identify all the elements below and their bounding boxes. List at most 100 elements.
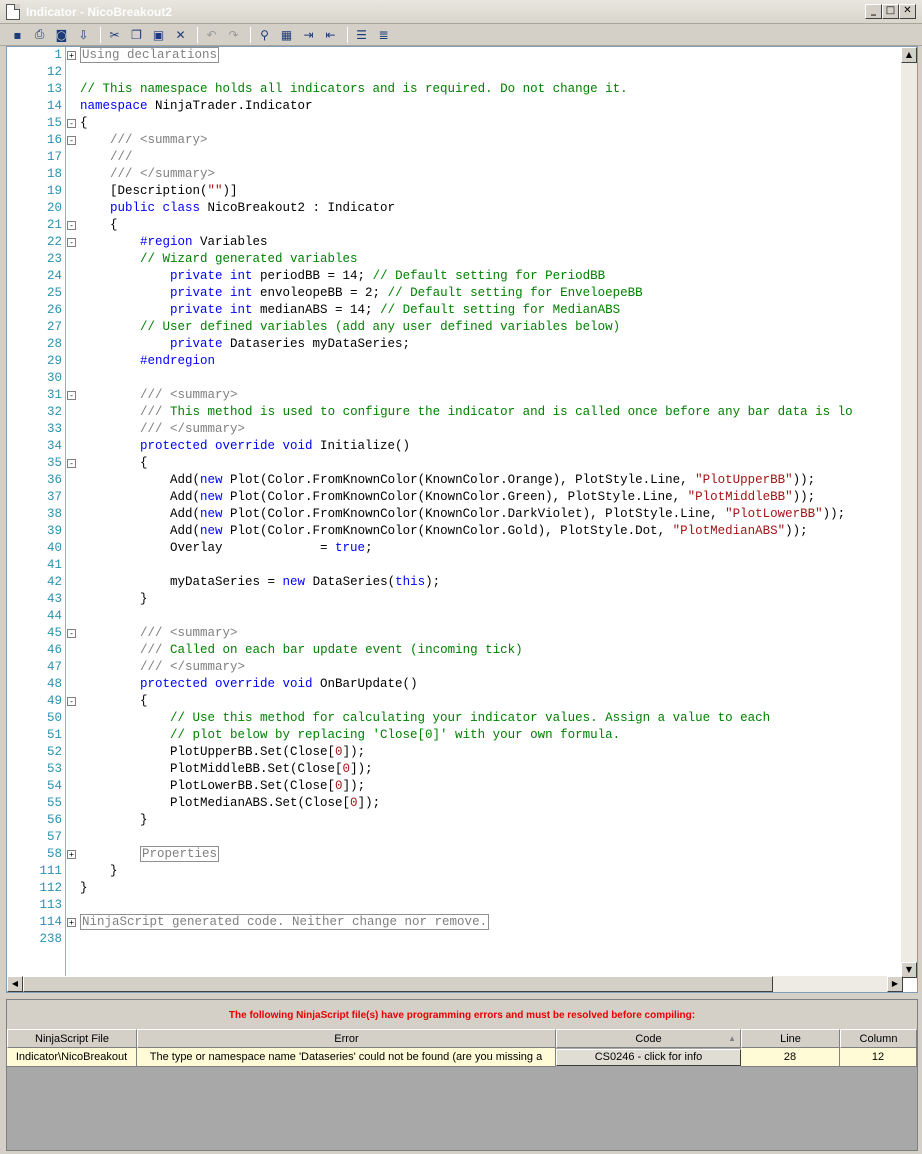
code-line[interactable]: 20 public class NicoBreakout2 : Indicato…: [7, 200, 903, 217]
collapse-icon[interactable]: -: [67, 136, 76, 145]
column-header-column[interactable]: Column: [840, 1029, 917, 1048]
code-text[interactable]: /// </summary>: [80, 659, 245, 676]
code-line[interactable]: 16- /// <summary>: [7, 132, 903, 149]
code-line[interactable]: 46 /// Called on each bar update event (…: [7, 642, 903, 659]
print-preview-icon[interactable]: ◙: [52, 26, 71, 44]
code-text[interactable]: private Dataseries myDataSeries;: [80, 336, 410, 353]
find-icon[interactable]: ⚲: [255, 26, 274, 44]
code-line[interactable]: 18 /// </summary>: [7, 166, 903, 183]
code-text[interactable]: }: [80, 880, 88, 897]
code-line[interactable]: 52 PlotUpperBB.Set(Close[0]);: [7, 744, 903, 761]
undo-icon[interactable]: ↶: [202, 26, 221, 44]
code-text[interactable]: Add(new Plot(Color.FromKnownColor(KnownC…: [80, 506, 845, 523]
column-header-code[interactable]: Code ▲: [556, 1029, 741, 1048]
code-editor[interactable]: 1 + Using declarations 12 13 // This namespac…: [6, 46, 918, 993]
code-line[interactable]: 25 private int envoleopeBB = 2; // Defau…: [7, 285, 903, 302]
code-text[interactable]: {: [80, 217, 118, 234]
minimize-button[interactable]: _: [865, 4, 882, 19]
error-file[interactable]: Indicator\NicoBreakout: [7, 1048, 137, 1067]
code-line[interactable]: 29 #endregion: [7, 353, 903, 370]
code-line[interactable]: 26 private int medianABS = 14; // Defaul…: [7, 302, 903, 319]
code-text[interactable]: }: [80, 863, 118, 880]
error-description[interactable]: The type or namespace name 'Dataseries' …: [137, 1048, 556, 1067]
save-icon[interactable]: ▪: [8, 26, 27, 44]
code-line[interactable]: 30: [7, 370, 903, 387]
code-line[interactable]: 44: [7, 608, 903, 625]
code-text[interactable]: // Wizard generated variables: [80, 251, 358, 268]
code-line[interactable]: 58 + Properties: [7, 846, 903, 863]
code-text[interactable]: Overlay = true;: [80, 540, 373, 557]
code-line[interactable]: 41: [7, 557, 903, 574]
code-line[interactable]: 57: [7, 829, 903, 846]
code-text[interactable]: #region Variables: [80, 234, 268, 251]
code-text[interactable]: /// </summary>: [80, 166, 215, 183]
column-header-file[interactable]: NinjaScript File: [7, 1029, 137, 1048]
code-line[interactable]: 35- {: [7, 455, 903, 472]
collapse-icon[interactable]: -: [67, 221, 76, 230]
code-text[interactable]: }: [80, 591, 148, 608]
code-line[interactable]: 50 // Use this method for calculating yo…: [7, 710, 903, 727]
code-text[interactable]: Add(new Plot(Color.FromKnownColor(KnownC…: [80, 523, 808, 540]
horizontal-scroll-thumb[interactable]: [23, 976, 773, 992]
code-line[interactable]: 31- /// <summary>: [7, 387, 903, 404]
collapse-icon[interactable]: -: [67, 119, 76, 128]
code-line[interactable]: 39 Add(new Plot(Color.FromKnownColor(Kno…: [7, 523, 903, 540]
code-text[interactable]: ///: [80, 149, 133, 166]
vertical-scrollbar[interactable]: ▲ ▼: [901, 47, 917, 978]
collapse-icon[interactable]: -: [67, 629, 76, 638]
code-line[interactable]: 19 [Description("")]: [7, 183, 903, 200]
code-line[interactable]: 17 ///: [7, 149, 903, 166]
collapse-icon[interactable]: -: [67, 238, 76, 247]
code-line[interactable]: 21- {: [7, 217, 903, 234]
error-column[interactable]: 12: [840, 1048, 917, 1067]
error-line[interactable]: 28: [741, 1048, 840, 1067]
delete-icon[interactable]: ✕: [171, 26, 190, 44]
code-line[interactable]: 28 private Dataseries myDataSeries;: [7, 336, 903, 353]
code-text[interactable]: Properties: [80, 846, 220, 863]
expand-icon[interactable]: +: [67, 51, 76, 60]
print-icon[interactable]: ⎙: [30, 26, 49, 44]
code-line[interactable]: 1 + Using declarations: [7, 47, 903, 64]
scroll-right-icon[interactable]: ▶: [887, 976, 903, 992]
code-line[interactable]: 12: [7, 64, 903, 81]
code-area[interactable]: 1 + Using declarations 12 13 // This namespac…: [7, 47, 903, 948]
code-line[interactable]: 22- #region Variables: [7, 234, 903, 251]
maximize-button[interactable]: □: [882, 4, 899, 19]
code-text[interactable]: protected override void Initialize(): [80, 438, 410, 455]
code-line[interactable]: 40 Overlay = true;: [7, 540, 903, 557]
code-text[interactable]: PlotUpperBB.Set(Close[0]);: [80, 744, 365, 761]
code-line[interactable]: 14 namespace NinjaTrader.Indicator: [7, 98, 903, 115]
close-button[interactable]: ✕: [899, 4, 916, 19]
code-line[interactable]: 47 /// </summary>: [7, 659, 903, 676]
code-line[interactable]: 113: [7, 897, 903, 914]
code-line[interactable]: 43 }: [7, 591, 903, 608]
code-text[interactable]: public class NicoBreakout2 : Indicator: [80, 200, 395, 217]
export-icon[interactable]: ⇩: [74, 26, 93, 44]
column-header-error[interactable]: Error: [137, 1029, 556, 1048]
code-line[interactable]: 48 protected override void OnBarUpdate(): [7, 676, 903, 693]
code-text[interactable]: NinjaScript generated code. Neither chan…: [80, 914, 490, 931]
code-line[interactable]: 32 /// This method is used to configure …: [7, 404, 903, 421]
code-text[interactable]: Add(new Plot(Color.FromKnownColor(KnownC…: [80, 489, 815, 506]
code-line[interactable]: 13 // This namespace holds all indicators…: [7, 81, 903, 98]
code-text[interactable]: [Description("")]: [80, 183, 238, 200]
code-text[interactable]: // plot below by replacing 'Close[0]' wi…: [80, 727, 620, 744]
code-line[interactable]: 51 // plot below by replacing 'Close[0]'…: [7, 727, 903, 744]
code-text[interactable]: private int envoleopeBB = 2; // Default …: [80, 285, 643, 302]
code-line[interactable]: 238: [7, 931, 903, 948]
cut-icon[interactable]: ✂: [105, 26, 124, 44]
code-line[interactable]: 53 PlotMiddleBB.Set(Close[0]);: [7, 761, 903, 778]
code-text[interactable]: /// This method is used to configure the…: [80, 404, 853, 421]
code-text[interactable]: {: [80, 693, 148, 710]
code-text[interactable]: Using declarations: [80, 47, 220, 64]
code-text[interactable]: // Use this method for calculating your …: [80, 710, 770, 727]
code-text[interactable]: {: [80, 115, 88, 132]
outdent-icon[interactable]: ⇤: [321, 26, 340, 44]
code-line[interactable]: 24 private int periodBB = 14; // Default…: [7, 268, 903, 285]
uncomment-icon[interactable]: ≣: [374, 26, 393, 44]
code-text[interactable]: protected override void OnBarUpdate(): [80, 676, 418, 693]
comment-icon[interactable]: ☰: [352, 26, 371, 44]
code-line[interactable]: 45- /// <summary>: [7, 625, 903, 642]
code-text[interactable]: // User defined variables (add any user …: [80, 319, 620, 336]
paste-icon[interactable]: ▣: [149, 26, 168, 44]
